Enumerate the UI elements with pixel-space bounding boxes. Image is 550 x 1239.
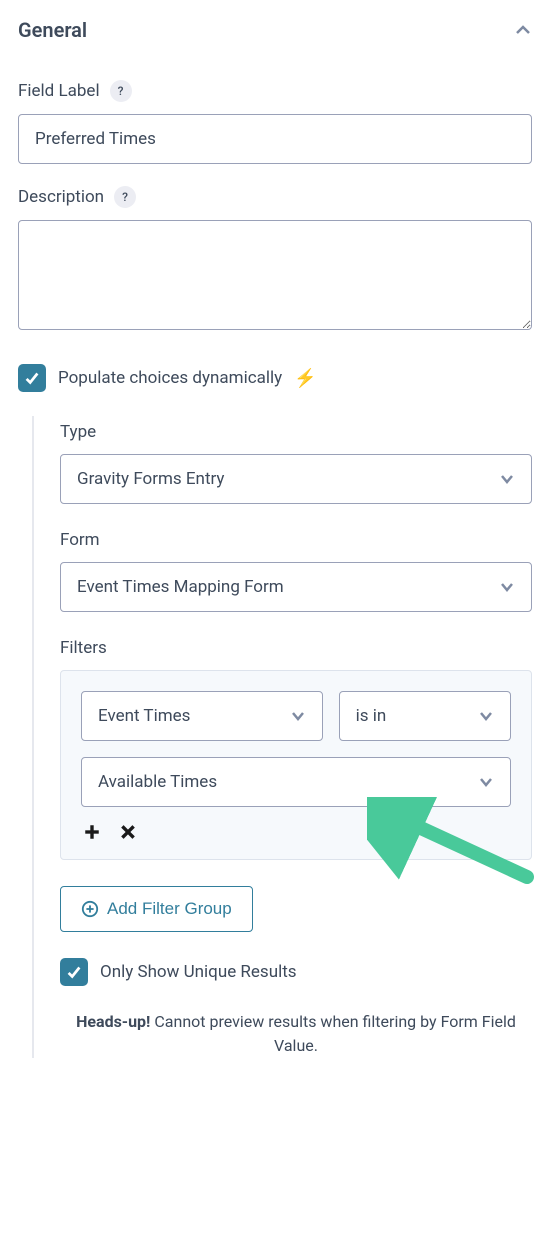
field-label-label: Field Label — [18, 81, 100, 101]
form-select-value: Event Times Mapping Form — [77, 577, 284, 597]
filters-label: Filters — [60, 638, 532, 658]
filter-field-value: Event Times — [98, 706, 190, 726]
unique-results-label: Only Show Unique Results — [100, 962, 297, 982]
help-icon[interactable]: ? — [114, 186, 136, 208]
filter-field-select[interactable]: Event Times — [81, 691, 323, 741]
unique-results-checkbox[interactable] — [60, 958, 88, 986]
headsup-message: Heads-up! Cannot preview results when fi… — [60, 1010, 532, 1058]
bolt-icon: ⚡ — [294, 368, 316, 389]
populate-dynamically-checkbox[interactable] — [18, 364, 46, 392]
help-icon[interactable]: ? — [110, 80, 132, 102]
filter-value-select[interactable]: Available Times — [81, 757, 511, 807]
chevron-down-icon — [290, 708, 306, 724]
filter-value-value: Available Times — [98, 772, 217, 792]
add-filter-group-button[interactable]: Add Filter Group — [60, 886, 253, 932]
description-input[interactable] — [18, 220, 532, 330]
headsup-text: Cannot preview results when filtering by… — [150, 1012, 516, 1055]
populate-dynamically-label: Populate choices dynamically — [58, 368, 282, 388]
type-select-value: Gravity Forms Entry — [77, 469, 224, 489]
filter-operator-value: is in — [356, 706, 387, 726]
form-select[interactable]: Event Times Mapping Form — [60, 562, 532, 612]
filter-operator-select[interactable]: is in — [339, 691, 511, 741]
chevron-down-icon — [499, 579, 515, 595]
description-label: Description — [18, 187, 104, 207]
headsup-prefix: Heads-up! — [76, 1012, 150, 1031]
chevron-down-icon — [499, 471, 515, 487]
field-label-input[interactable] — [18, 114, 532, 164]
add-filter-group-label: Add Filter Group — [107, 899, 232, 919]
section-title: General — [18, 18, 87, 42]
type-label: Type — [60, 422, 532, 442]
chevron-down-icon — [478, 774, 494, 790]
filters-box: Event Times is in Available Times — [60, 670, 532, 860]
type-select[interactable]: Gravity Forms Entry — [60, 454, 532, 504]
chevron-down-icon — [478, 708, 494, 724]
collapse-section-toggle[interactable] — [514, 21, 532, 39]
form-label: Form — [60, 530, 532, 550]
add-filter-icon[interactable] — [81, 821, 103, 843]
remove-filter-icon[interactable] — [117, 821, 139, 843]
